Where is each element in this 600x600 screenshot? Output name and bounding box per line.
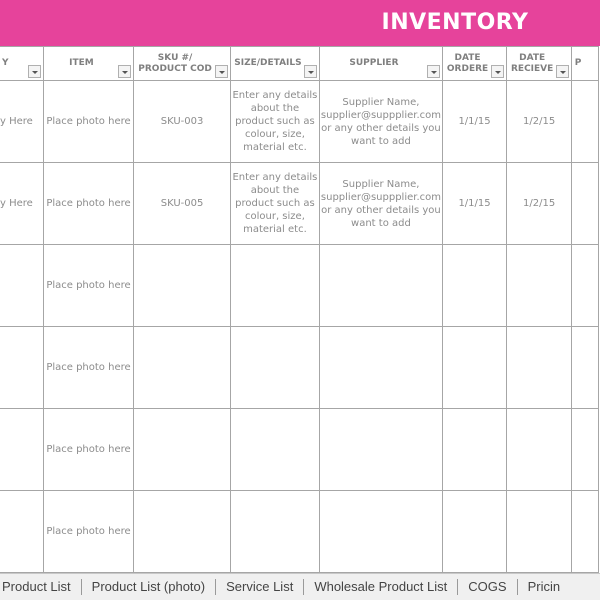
cell-date-ordered[interactable]: [441, 490, 508, 573]
cell-price[interactable]: [571, 408, 599, 491]
cell-date-received[interactable]: 1/2/15: [506, 80, 573, 163]
cell-date-received[interactable]: [506, 490, 573, 573]
cell-supplier[interactable]: [318, 408, 443, 491]
cell-date-received[interactable]: [506, 326, 573, 409]
table-row: y Here Place photo here SKU-005 Enter any d…: [0, 162, 599, 245]
cell-price[interactable]: [571, 80, 599, 163]
cell-quantity[interactable]: [0, 490, 44, 573]
column-header-date-received[interactable]: DATE RECIEVE: [506, 46, 573, 81]
cell-date-ordered[interactable]: [441, 244, 508, 327]
cell-item[interactable]: Place photo here: [42, 408, 135, 491]
column-header-label: SUPPLIER: [349, 58, 399, 68]
cell-price[interactable]: [571, 490, 599, 573]
column-header-date-ordered[interactable]: DATE ORDERE: [441, 46, 508, 81]
cell-date-received[interactable]: [506, 244, 573, 327]
cell-size-details[interactable]: [229, 326, 320, 409]
sheet-tab-bar: Product List Product List (photo) Service …: [0, 573, 600, 600]
cell-price[interactable]: [571, 162, 599, 245]
column-header-price[interactable]: P: [571, 46, 599, 81]
cell-quantity[interactable]: [0, 326, 44, 409]
cell-quantity[interactable]: [0, 244, 44, 327]
cell-sku[interactable]: [133, 326, 231, 409]
cell-item[interactable]: Place photo here: [42, 80, 135, 163]
cell-size-details[interactable]: Enter any details about the product such…: [229, 80, 320, 163]
sheet-tab[interactable]: COGS: [458, 574, 516, 600]
cell-date-received[interactable]: 1/2/15: [506, 162, 573, 245]
cell-sku[interactable]: SKU-005: [133, 162, 231, 245]
sheet-tab[interactable]: Product List: [0, 574, 81, 600]
cell-quantity[interactable]: y Here: [0, 162, 44, 245]
filter-dropdown-icon[interactable]: [118, 65, 132, 78]
cell-supplier[interactable]: Supplier Name, supplier@suppplier.com or…: [318, 80, 443, 163]
cell-date-ordered[interactable]: 1/1/15: [441, 162, 508, 245]
cell-sku[interactable]: SKU-003: [133, 80, 231, 163]
filter-dropdown-icon[interactable]: [491, 65, 505, 78]
cell-quantity[interactable]: y Here: [0, 80, 44, 163]
title-banner: INVENTORY: [0, 0, 600, 46]
table-row: Place photo here: [0, 408, 599, 491]
cell-date-ordered[interactable]: [441, 326, 508, 409]
cell-size-details[interactable]: Enter any details about the product such…: [229, 162, 320, 245]
cell-supplier[interactable]: [318, 244, 443, 327]
header-row: Y ITEM SKU #/ PRODUCT COD SIZE/DETAILS SUPPL…: [0, 46, 599, 81]
sheet-tab[interactable]: Service List: [216, 574, 303, 600]
inventory-table: Y ITEM SKU #/ PRODUCT COD SIZE/DETAILS SUPPL…: [0, 46, 600, 573]
filter-dropdown-icon[interactable]: [214, 65, 228, 78]
cell-size-details[interactable]: [229, 408, 320, 491]
sheet-tab[interactable]: Wholesale Product List: [304, 574, 457, 600]
filter-dropdown-icon[interactable]: [426, 65, 440, 78]
cell-size-details[interactable]: [229, 490, 320, 573]
page-title: INVENTORY: [381, 10, 529, 35]
cell-price[interactable]: [571, 244, 599, 327]
column-header-size-details[interactable]: SIZE/DETAILS: [229, 46, 320, 81]
cell-supplier[interactable]: [318, 326, 443, 409]
cell-size-details[interactable]: [229, 244, 320, 327]
cell-supplier[interactable]: [318, 490, 443, 573]
cell-supplier[interactable]: Supplier Name, supplier@suppplier.com or…: [318, 162, 443, 245]
table-row: Place photo here: [0, 326, 599, 409]
cell-sku[interactable]: [133, 408, 231, 491]
cell-item[interactable]: Place photo here: [42, 162, 135, 245]
sheet-tab[interactable]: Pricin: [518, 574, 571, 600]
cell-item[interactable]: Place photo here: [42, 490, 135, 573]
table-row: y Here Place photo here SKU-003 Enter any d…: [0, 80, 599, 163]
cell-item[interactable]: Place photo here: [42, 244, 135, 327]
cell-sku[interactable]: [133, 490, 231, 573]
cell-item[interactable]: Place photo here: [42, 326, 135, 409]
table-row: Place photo here: [0, 244, 599, 327]
column-header-label: P: [574, 58, 582, 68]
cell-date-ordered[interactable]: 1/1/15: [441, 80, 508, 163]
cell-quantity[interactable]: [0, 408, 44, 491]
filter-dropdown-icon[interactable]: [556, 65, 570, 78]
column-header-supplier[interactable]: SUPPLIER: [318, 46, 443, 81]
cell-date-ordered[interactable]: [441, 408, 508, 491]
sheet-tab[interactable]: Product List (photo): [82, 574, 215, 600]
column-header-item[interactable]: ITEM: [42, 46, 135, 81]
filter-dropdown-icon[interactable]: [27, 65, 41, 78]
cell-price[interactable]: [571, 326, 599, 409]
cell-date-received[interactable]: [506, 408, 573, 491]
table-row: Place photo here: [0, 490, 599, 573]
column-header-sku[interactable]: SKU #/ PRODUCT COD: [133, 46, 231, 81]
filter-dropdown-icon[interactable]: [303, 65, 317, 78]
column-header-quantity[interactable]: Y: [0, 46, 44, 81]
cell-sku[interactable]: [133, 244, 231, 327]
